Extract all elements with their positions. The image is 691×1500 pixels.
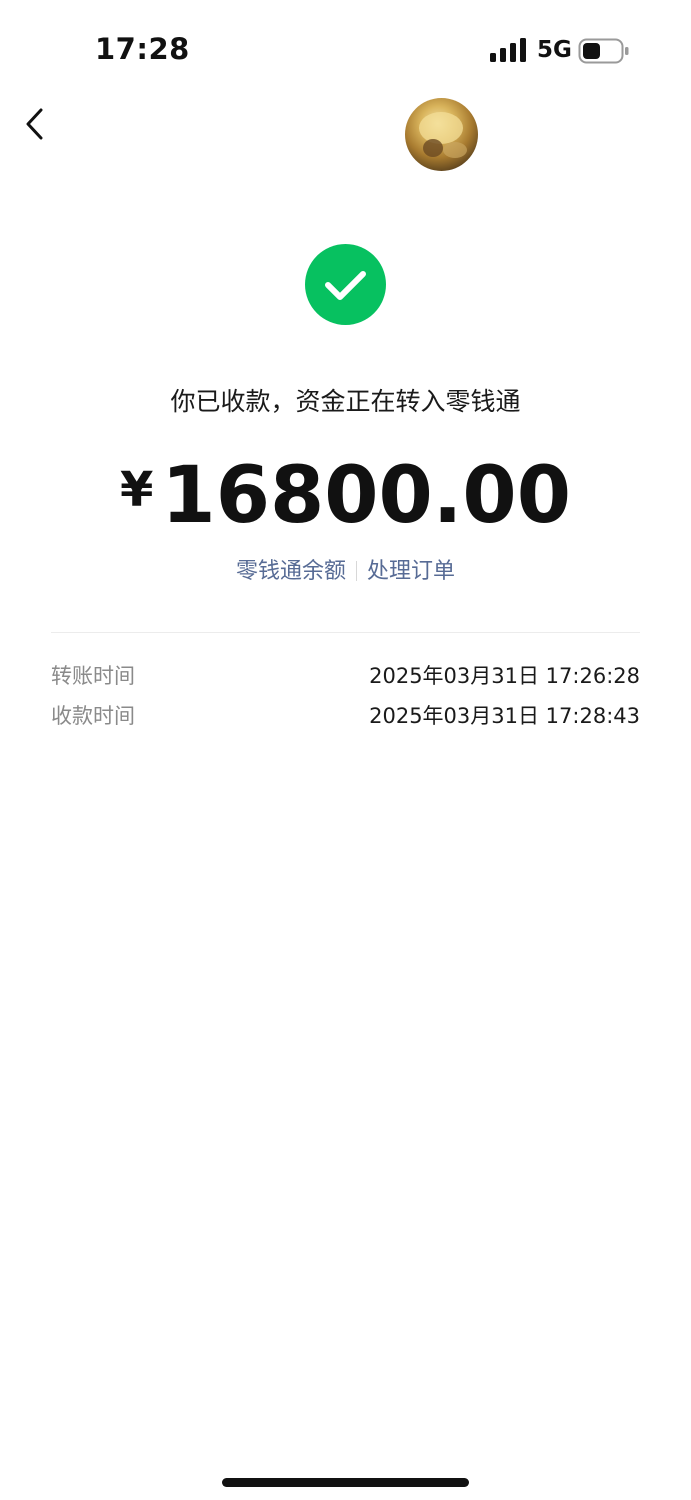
balance-link[interactable]: 零钱通余额 bbox=[236, 559, 346, 584]
transfer-time-row: 转账时间 2025年03月31日 17:26:28 bbox=[51, 660, 640, 692]
network-type-label: 5G bbox=[537, 37, 572, 63]
receipt-status-message: 你已收款，资金正在转入零钱通 bbox=[170, 387, 521, 416]
receive-time-row: 收款时间 2025年03月31日 17:28:43 bbox=[51, 700, 640, 732]
amount-display: ¥16800.00 bbox=[0, 440, 691, 546]
receive-time-label: 收款时间 bbox=[51, 704, 135, 728]
checkmark-circle-icon bbox=[305, 244, 386, 325]
action-links: 零钱通余额 处理订单 bbox=[0, 553, 691, 585]
transfer-time-value: 2025年03月31日 17:26:28 bbox=[369, 664, 640, 688]
link-divider bbox=[356, 561, 357, 581]
currency-symbol: ¥ bbox=[120, 462, 154, 518]
chevron-left-icon bbox=[26, 108, 43, 140]
receive-time-value: 2025年03月31日 17:28:43 bbox=[369, 704, 640, 728]
battery-icon bbox=[578, 38, 629, 64]
signal-bars-icon bbox=[490, 38, 526, 62]
avatar[interactable] bbox=[405, 98, 478, 171]
status-bar-time: 17:28 bbox=[95, 32, 190, 66]
process-order-link[interactable]: 处理订单 bbox=[367, 559, 455, 584]
avatar-image bbox=[419, 112, 467, 158]
back-button[interactable] bbox=[18, 102, 58, 146]
transfer-time-label: 转账时间 bbox=[51, 664, 135, 688]
home-indicator[interactable] bbox=[222, 1478, 469, 1487]
section-divider bbox=[51, 632, 640, 633]
amount-value: 16800.00 bbox=[161, 451, 571, 541]
